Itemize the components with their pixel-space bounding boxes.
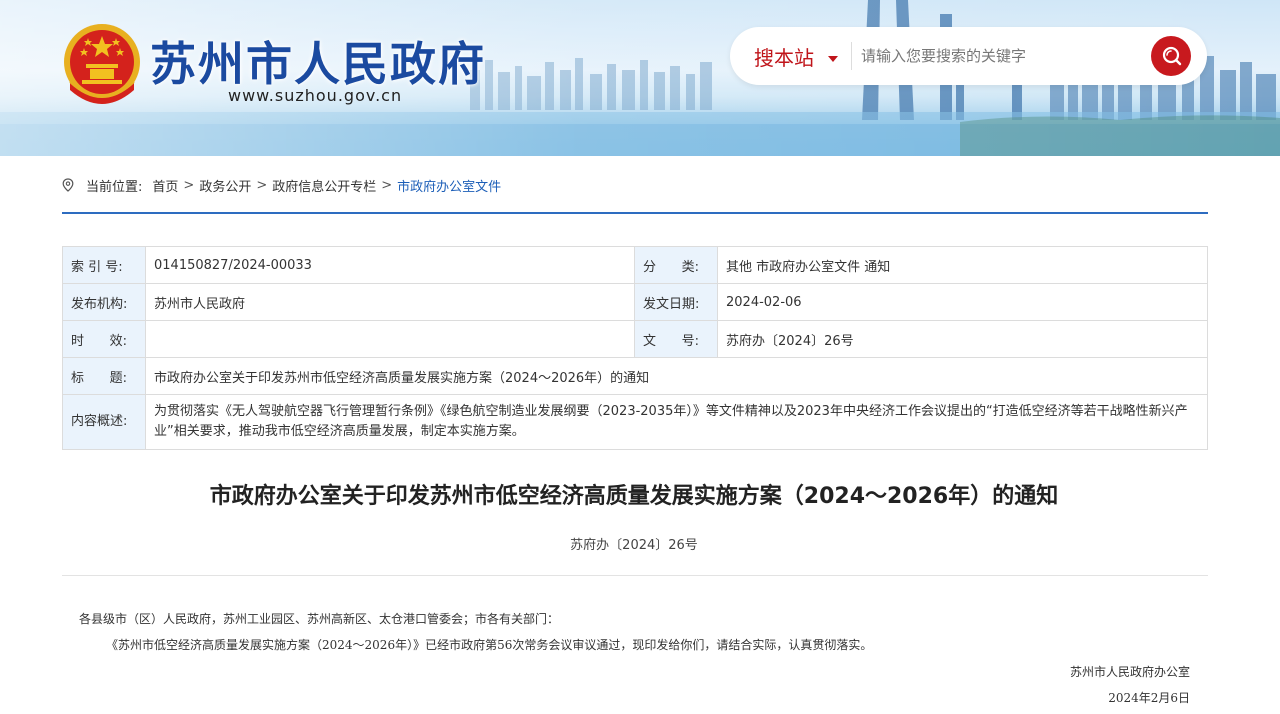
- search-icon: [1162, 46, 1182, 66]
- category-value: 其他 市政府办公室文件 通知: [717, 246, 1208, 284]
- site-title[interactable]: 苏州市人民政府: [150, 28, 486, 94]
- date-value: 2024-02-06: [717, 283, 1208, 321]
- doc-no-label-char: 号:: [681, 333, 699, 349]
- index-no-value: 014150827/2024-00033: [145, 246, 635, 284]
- table-row: 索 引 号: 014150827/2024-00033 分 类: 其他 市政府办公…: [62, 246, 1208, 284]
- national-emblem-icon: [64, 24, 140, 104]
- category-label: 分 类:: [634, 246, 718, 284]
- article-body-paragraph: 《苏州市低空经济高质量发展实施方案（2024～2026年）》已经市政府第56次常…: [106, 638, 873, 652]
- article-title: 市政府办公室关于印发苏州市低空经济高质量发展实施方案（2024～2026年）的通…: [209, 484, 1059, 509]
- breadcrumb: 当前位置: 首页 > 政务公开 > 政府信息公开专栏 > 市政府办公室文件: [62, 176, 501, 195]
- table-row: 发布机构: 苏州市人民政府 发文日期: 2024-02-06: [62, 283, 1208, 321]
- table-row: 标 题: 市政府办公室关于印发苏州市低空经济高质量发展实施方案（2024～2026…: [62, 357, 1208, 395]
- publisher-label: 发布机构:: [62, 283, 146, 321]
- location-pin-icon: [62, 178, 74, 192]
- chevron-down-icon[interactable]: [828, 56, 838, 62]
- breadcrumb-divider: [62, 212, 1208, 214]
- document-meta-table: 索 引 号: 014150827/2024-00033 分 类: 其他 市政府办公…: [62, 246, 1208, 450]
- table-row: 内容概述: 为贯彻落实《无人驾驶航空器飞行管理暂行条例》《绿色航空制造业发展纲要…: [62, 394, 1208, 450]
- title-label-char: 题:: [109, 370, 127, 386]
- validity-label-char: 效:: [109, 333, 127, 349]
- summary-value: 为贯彻落实《无人驾驶航空器飞行管理暂行条例》《绿色航空制造业发展纲要（2023-…: [145, 394, 1208, 450]
- breadcrumb-gov-affairs-link[interactable]: 政务公开: [199, 176, 251, 195]
- breadcrumb-home-link[interactable]: 首页: [152, 176, 178, 195]
- category-label-char: 类:: [681, 259, 699, 275]
- index-no-label: 索 引 号:: [62, 246, 146, 284]
- article-signature: 苏州市人民政府办公室: [1069, 665, 1190, 679]
- title-label-char: 标: [71, 370, 85, 386]
- article-divider: [62, 575, 1208, 576]
- validity-label: 时 效:: [62, 320, 146, 358]
- title-value: 市政府办公室关于印发苏州市低空经济高质量发展实施方案（2024～2026年）的通…: [145, 357, 1208, 395]
- breadcrumb-current-link[interactable]: 市政府办公室文件: [397, 176, 501, 195]
- breadcrumb-separator: >: [256, 177, 268, 193]
- category-label-char: 分: [643, 259, 657, 275]
- doc-no-value: 苏府办〔2024〕26号: [717, 320, 1208, 358]
- article-signed-date: 2024年2月6日: [1108, 691, 1190, 705]
- summary-label: 内容概述:: [62, 394, 146, 450]
- title-label: 标 题:: [62, 357, 146, 395]
- doc-no-label-char: 文: [643, 333, 657, 349]
- article-doc-no: 苏府办〔2024〕26号: [570, 538, 698, 553]
- breadcrumb-info-column-link[interactable]: 政府信息公开专栏: [272, 176, 376, 195]
- search-input[interactable]: [861, 41, 1111, 71]
- publisher-value: 苏州市人民政府: [145, 283, 635, 321]
- search-button[interactable]: [1151, 36, 1191, 76]
- article-addressee: 各县级市（区）人民政府，苏州工业园区、苏州高新区、太仓港口管委会；市各有关部门：: [79, 612, 560, 626]
- search-divider: [851, 42, 852, 70]
- breadcrumb-separator: >: [183, 177, 195, 193]
- table-row: 时 效: 文 号: 苏府办〔2024〕26号: [62, 320, 1208, 358]
- doc-no-label: 文 号:: [634, 320, 718, 358]
- breadcrumb-prefix: 当前位置:: [86, 179, 143, 195]
- search-bar: 搜本站: [730, 27, 1207, 85]
- header-banner: 苏州市人民政府 www.suzhou.gov.cn 搜本站: [0, 0, 1280, 156]
- site-url[interactable]: www.suzhou.gov.cn: [228, 86, 402, 105]
- validity-value: [145, 320, 635, 358]
- validity-label-char: 时: [71, 333, 85, 349]
- search-scope-dropdown[interactable]: 搜本站: [754, 42, 814, 71]
- date-label: 发文日期:: [634, 283, 718, 321]
- breadcrumb-separator: >: [381, 177, 393, 193]
